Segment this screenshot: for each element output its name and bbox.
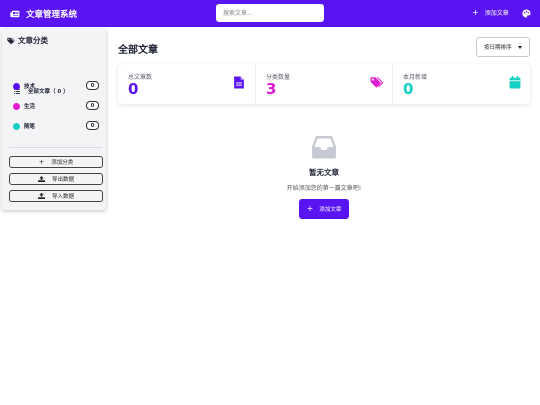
- category-count-badge: 0: [86, 121, 99, 130]
- upload-icon: [38, 176, 45, 182]
- category-count-badge: 0: [86, 81, 99, 90]
- export-data-button[interactable]: 导出数据: [9, 173, 103, 185]
- category-count-badge: 0: [86, 101, 99, 110]
- import-data-button[interactable]: 导入数据: [9, 190, 103, 202]
- add-article-button[interactable]: + 添加文章: [472, 8, 509, 17]
- empty-state-subtitle: 开始添加您的第一篇文章吧!: [286, 185, 362, 192]
- empty-add-article-button[interactable]: + 添加文章: [299, 199, 349, 219]
- calendar-icon: [509, 76, 521, 89]
- add-category-button[interactable]: + 添加分类: [9, 156, 103, 168]
- sidebar-item-life[interactable]: 生活 0: [13, 101, 99, 111]
- file-icon: [234, 76, 244, 89]
- app-title: 文章管理系统: [26, 9, 78, 20]
- plus-icon: +: [306, 204, 314, 213]
- stat-value: 3: [266, 80, 277, 98]
- export-data-label: 导出数据: [51, 177, 74, 183]
- import-data-label: 导入数据: [51, 194, 74, 200]
- stat-category-count: 分类数量 3: [255, 64, 392, 104]
- category-color-dot: [13, 122, 20, 130]
- plus-icon: +: [472, 7, 479, 17]
- brand[interactable]: 文章管理系统: [10, 8, 77, 20]
- download-icon: [38, 193, 45, 199]
- stat-this-month: 本月新增 0: [392, 64, 529, 104]
- stat-value: 0: [403, 80, 414, 98]
- plus-icon: +: [38, 158, 45, 166]
- empty-add-article-label: 添加文章: [319, 207, 342, 213]
- category-name: 生活: [24, 104, 36, 110]
- page-title: 全部文章: [118, 45, 158, 56]
- sort-select-value: 按日期排序: [484, 45, 512, 51]
- newspaper-icon: [10, 10, 20, 17]
- stats-card: 总文章数 0 分类数量 3 本月新增 0: [118, 64, 530, 104]
- tags-icon: [7, 37, 15, 44]
- sidebar-title-text: 文章分类: [18, 36, 48, 45]
- sidebar-title: 文章分类: [7, 35, 48, 46]
- category-color-dot: [13, 82, 20, 90]
- chevron-down-icon: [518, 46, 522, 49]
- sidebar-item-essay[interactable]: 随笔 0: [13, 121, 99, 131]
- category-color-dot: [13, 102, 20, 110]
- sidebar-divider: [9, 147, 102, 148]
- palette-icon[interactable]: [522, 9, 531, 18]
- add-article-label: 添加文章: [484, 10, 509, 17]
- add-category-label: 添加分类: [51, 160, 74, 166]
- search-input[interactable]: [216, 4, 324, 22]
- category-name: 技术: [24, 84, 36, 90]
- category-name: 随笔: [24, 124, 36, 130]
- tags-icon: [370, 77, 384, 88]
- stat-total-articles: 总文章数 0: [118, 64, 255, 104]
- stat-value: 0: [128, 80, 139, 98]
- sidebar-item-tech[interactable]: 技术 0: [13, 81, 99, 91]
- empty-state-title: 暂无文章: [309, 168, 339, 177]
- inbox-icon: [312, 136, 336, 159]
- category-sidebar: 文章分类 全部文章（ 0 ） 技术 0 生活 0 随笔 0 + 添加分类 导出数…: [2, 29, 106, 210]
- sort-select[interactable]: 按日期排序: [476, 37, 530, 57]
